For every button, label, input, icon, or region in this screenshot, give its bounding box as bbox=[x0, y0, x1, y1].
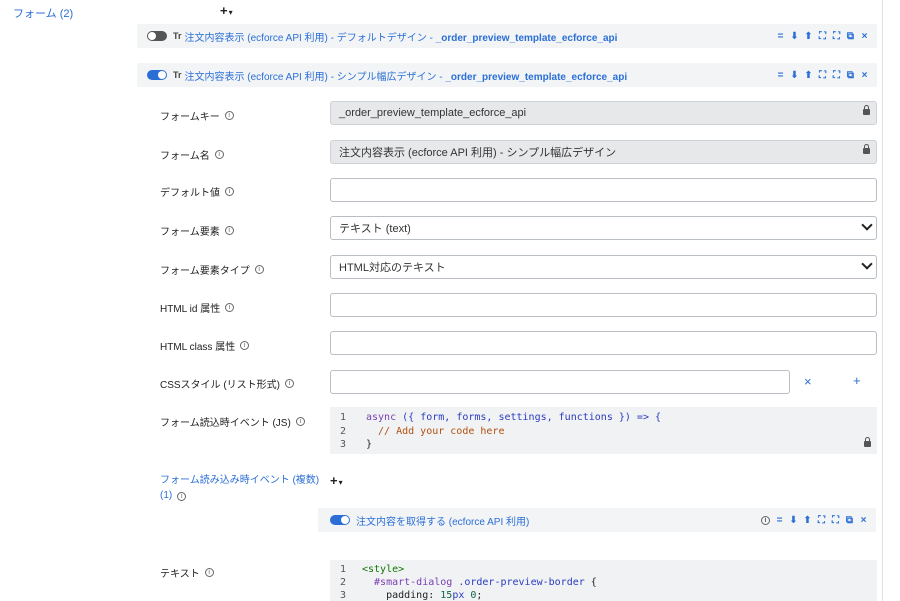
toggle-knob bbox=[158, 71, 166, 79]
line-number: 3 bbox=[339, 439, 346, 450]
text-code-editor[interactable]: 1 2 3 <style> #smart-dialog .order-previ… bbox=[330, 560, 877, 601]
load-events-multi-label[interactable]: フォーム読み込み時イベント (複数) (1) i bbox=[160, 473, 320, 503]
duplicate-icon[interactable]: ⧉ bbox=[846, 31, 855, 42]
line-number: 1 bbox=[339, 412, 346, 423]
close-icon[interactable]: × bbox=[860, 70, 869, 81]
info-icon[interactable]: i bbox=[225, 303, 235, 312]
plus-icon: + bbox=[220, 3, 228, 18]
move-down-icon[interactable]: ⬇ bbox=[789, 515, 798, 526]
collapse-icon[interactable]: ⛶ bbox=[817, 515, 826, 526]
form-element-type-label: フォーム要素タイプ i bbox=[160, 262, 264, 277]
expand-icon[interactable]: ⛶ bbox=[832, 31, 841, 42]
text-type-icon: Tr bbox=[173, 31, 182, 41]
move-up-icon[interactable]: ⬆ bbox=[803, 515, 812, 526]
menu-icon[interactable]: = bbox=[776, 70, 785, 81]
event-toolbar: i = ⬇ ⬆ ⛶ ⛶ ⧉ × bbox=[761, 508, 868, 532]
plus-icon: + bbox=[330, 473, 338, 488]
menu-icon[interactable]: = bbox=[776, 31, 785, 42]
info-icon[interactable]: i bbox=[295, 417, 305, 426]
form-name-label: フォーム名 i bbox=[160, 147, 224, 162]
html-class-label: HTML class 属性 i bbox=[160, 338, 250, 353]
form-title: 注文内容表示 (ecforce API 利用) - デフォルトデザイン - _o… bbox=[184, 32, 618, 44]
info-icon[interactable]: i bbox=[225, 187, 234, 196]
form-header-default-design[interactable]: Tr 注文内容表示 (ecforce API 利用) - デフォルトデザイン -… bbox=[137, 24, 877, 48]
chevron-down-icon bbox=[861, 219, 873, 231]
html-class-input[interactable] bbox=[330, 331, 877, 355]
code-line: padding: 15px 0; bbox=[362, 590, 483, 601]
menu-icon[interactable]: = bbox=[775, 515, 784, 526]
info-icon[interactable]: i bbox=[761, 515, 770, 525]
event-title: 注文内容を取得する (ecforce API 利用) bbox=[356, 516, 530, 528]
form-element-label: フォーム要素 i bbox=[160, 223, 234, 238]
expand-icon[interactable]: ⛶ bbox=[831, 515, 840, 526]
default-value-label: デフォルト値 i bbox=[160, 184, 234, 199]
line-number: 3 bbox=[339, 590, 346, 601]
move-up-icon[interactable]: ⬆ bbox=[804, 70, 813, 81]
line-number: 2 bbox=[339, 577, 346, 588]
add-form-button[interactable]: +▾ bbox=[220, 3, 233, 18]
form-toolbar: = ⬇ ⬆ ⛶ ⛶ ⧉ × bbox=[776, 24, 869, 48]
move-down-icon[interactable]: ⬇ bbox=[790, 31, 799, 42]
clear-icon[interactable]: × bbox=[804, 374, 812, 389]
move-up-icon[interactable]: ⬆ bbox=[804, 31, 813, 42]
line-number: 2 bbox=[339, 426, 346, 437]
form-element-select[interactable]: テキスト (text) bbox=[330, 216, 877, 240]
form-toolbar: = ⬇ ⬆ ⛶ ⛶ ⧉ × bbox=[776, 63, 869, 87]
css-style-input[interactable] bbox=[330, 370, 790, 394]
load-event-label: フォーム読込時イベント (JS) i bbox=[160, 414, 305, 429]
info-icon[interactable]: i bbox=[254, 265, 264, 274]
add-load-event-button[interactable]: +▾ bbox=[330, 473, 343, 488]
form-key-label: フォームキー i bbox=[160, 108, 234, 123]
form-title: 注文内容表示 (ecforce API 利用) - シンプル幅広デザイン - _… bbox=[184, 71, 628, 83]
code-line: <style> bbox=[362, 564, 405, 575]
line-number: 1 bbox=[339, 564, 346, 575]
info-icon[interactable]: i bbox=[224, 111, 234, 120]
toggle-knob bbox=[341, 516, 349, 524]
sidebar-forms-link[interactable]: フォーム (2) bbox=[13, 5, 73, 21]
load-event-code-editor[interactable]: 1 2 3 async ({ form, forms, settings, fu… bbox=[330, 407, 877, 454]
info-icon[interactable]: i bbox=[177, 492, 187, 501]
info-icon[interactable]: i bbox=[224, 226, 234, 235]
css-style-label: CSSスタイル (リスト形式) i bbox=[160, 376, 294, 391]
code-line: // Add your code here bbox=[366, 426, 505, 437]
code-line: } bbox=[366, 439, 373, 450]
info-icon[interactable]: i bbox=[240, 341, 250, 350]
lock-icon bbox=[863, 144, 870, 154]
code-line: #smart-dialog .order-preview-border { bbox=[362, 577, 597, 588]
text-label: テキスト i bbox=[160, 565, 214, 580]
collapse-icon[interactable]: ⛶ bbox=[818, 31, 827, 42]
lock-icon bbox=[864, 437, 871, 447]
right-divider bbox=[882, 0, 883, 601]
close-icon[interactable]: × bbox=[859, 515, 868, 526]
code-line: async ({ form, forms, settings, function… bbox=[366, 412, 662, 423]
text-type-icon: Tr bbox=[173, 70, 182, 80]
html-id-label: HTML id 属性 i bbox=[160, 300, 235, 315]
form-key-field: _order_preview_template_ecforce_api bbox=[330, 101, 877, 125]
chevron-down-icon bbox=[861, 258, 873, 270]
info-icon[interactable]: i bbox=[214, 150, 224, 159]
move-down-icon[interactable]: ⬇ bbox=[790, 70, 799, 81]
duplicate-icon[interactable]: ⧉ bbox=[845, 515, 854, 526]
duplicate-icon[interactable]: ⧉ bbox=[846, 70, 855, 81]
add-icon[interactable]: + bbox=[853, 373, 861, 388]
toggle-knob bbox=[148, 32, 156, 40]
default-value-input[interactable] bbox=[330, 178, 877, 202]
collapse-icon[interactable]: ⛶ bbox=[818, 70, 827, 81]
form-name-field: 注文内容表示 (ecforce API 利用) - シンプル幅広デザイン bbox=[330, 140, 877, 164]
load-event-item-header[interactable]: 注文内容を取得する (ecforce API 利用) i = ⬇ ⬆ ⛶ ⛶ ⧉… bbox=[318, 508, 876, 532]
close-icon[interactable]: × bbox=[860, 31, 869, 42]
form-enabled-toggle[interactable] bbox=[147, 31, 167, 41]
form-header-simple-wide-design[interactable]: Tr 注文内容表示 (ecforce API 利用) - シンプル幅広デザイン … bbox=[137, 63, 877, 87]
form-enabled-toggle[interactable] bbox=[147, 70, 167, 80]
form-element-type-select[interactable]: HTML対応のテキスト bbox=[330, 255, 877, 279]
event-enabled-toggle[interactable] bbox=[330, 515, 350, 525]
html-id-input[interactable] bbox=[330, 293, 877, 317]
lock-icon bbox=[863, 105, 870, 115]
caret-down-icon: ▾ bbox=[228, 8, 233, 17]
caret-down-icon: ▾ bbox=[338, 478, 343, 487]
info-icon[interactable]: i bbox=[285, 379, 294, 388]
info-icon[interactable]: i bbox=[204, 568, 214, 577]
expand-icon[interactable]: ⛶ bbox=[832, 70, 841, 81]
